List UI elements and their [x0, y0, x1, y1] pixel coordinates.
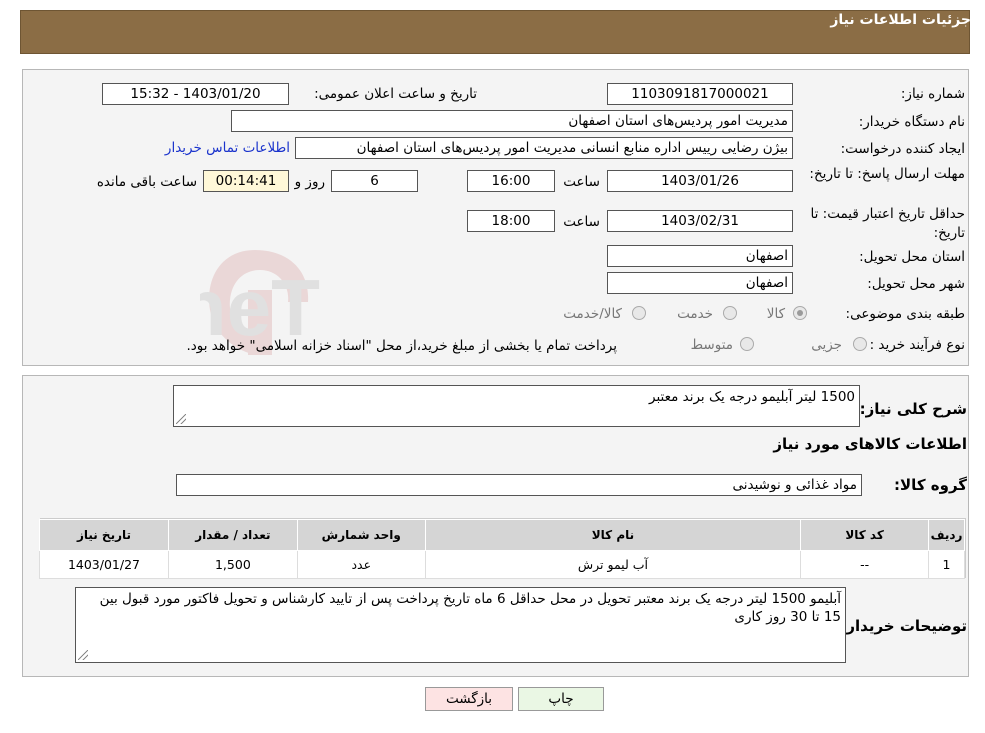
province-field: اصفهان — [607, 245, 793, 267]
table-header-row: ردیف کد کالا نام کالا واحد شمارش تعداد /… — [39, 519, 965, 551]
col-header-code: کد کالا — [800, 519, 930, 551]
category-option-goods-service: کالا/خدمت — [563, 306, 622, 322]
category-radio-goods-service[interactable] — [632, 306, 646, 320]
col-header-name: نام کالا — [424, 519, 802, 551]
goods-group-field: مواد غذائی و نوشیدنی — [176, 474, 862, 496]
resize-grip-icon[interactable] — [78, 650, 88, 660]
goods-info-heading: اطلاعات کالاهای مورد نیاز — [773, 435, 967, 453]
need-number-field: 1103091817000021 — [607, 83, 793, 105]
price-validity-label: حداقل تاریخ اعتبار قیمت: تا تاریخ: — [810, 206, 965, 241]
cell-unit: عدد — [296, 550, 426, 579]
category-option-service: خدمت — [677, 306, 713, 322]
price-validity-date-field: 1403/02/31 — [607, 210, 793, 232]
buyer-notes-textarea: آبلیمو 1500 لیتر درجه یک برند معتبر تحوی… — [75, 587, 846, 663]
reply-time-field: 16:00 — [467, 170, 555, 192]
summary-label: شرح کلی نیاز: — [859, 400, 967, 418]
col-header-row-no: ردیف — [928, 519, 965, 551]
creator-field: بیژن رضایی رییس اداره منابع انسانی مدیری… — [295, 137, 793, 159]
page-title: جزئیات اطلاعات نیاز — [830, 12, 971, 28]
announce-datetime-field: 1403/01/20 - 15:32 — [102, 83, 289, 105]
process-radio-minor[interactable] — [853, 337, 867, 351]
table-row: 1 -- آب لیمو ترش عدد 1,500 1403/01/27 — [39, 550, 965, 579]
need-number-label: شماره نیاز: — [900, 86, 965, 102]
category-label: طبقه بندی موضوعی: — [845, 306, 965, 322]
province-label: استان محل تحویل: — [859, 249, 965, 265]
back-button[interactable]: بازگشت — [425, 687, 513, 711]
days-word: روز و — [294, 174, 325, 190]
page-header — [20, 10, 970, 54]
reply-date-field: 1403/01/26 — [607, 170, 793, 192]
days-remaining-field: 6 — [331, 170, 418, 192]
creator-label: ایجاد کننده درخواست: — [840, 141, 965, 157]
cell-code: -- — [800, 550, 930, 579]
category-option-goods: کالا — [766, 306, 785, 322]
items-table-container: ردیف کد کالا نام کالا واحد شمارش تعداد /… — [39, 518, 966, 579]
summary-textarea: 1500 لیتر آبلیمو درجه یک برند معتبر — [173, 385, 860, 427]
price-validity-time-field: 18:00 — [467, 210, 555, 232]
category-radio-service[interactable] — [723, 306, 737, 320]
resize-grip-icon[interactable] — [176, 414, 186, 424]
process-option-minor: جزیی — [811, 337, 842, 353]
buyer-org-label: نام دستگاه خریدار: — [858, 114, 965, 130]
reply-time-word: ساعت — [563, 174, 600, 190]
buyer-contact-link[interactable]: اطلاعات تماس خریدار — [165, 140, 290, 156]
buyer-org-field: مدیریت امور پردیس‌های استان اصفهان — [231, 110, 793, 132]
category-radio-goods[interactable] — [793, 306, 807, 320]
cell-need-date: 1403/01/27 — [39, 550, 169, 579]
items-table: ردیف کد کالا نام کالا واحد شمارش تعداد /… — [39, 519, 965, 579]
print-button[interactable]: چاپ — [518, 687, 604, 711]
summary-text: 1500 لیتر آبلیمو درجه یک برند معتبر — [649, 389, 855, 405]
buyer-notes-text: آبلیمو 1500 لیتر درجه یک برند معتبر تحوی… — [99, 591, 841, 625]
reply-deadline-label: مهلت ارسال پاسخ: تا تاریخ: — [809, 166, 965, 182]
cell-row-no: 1 — [928, 550, 965, 579]
price-time-word: ساعت — [563, 214, 600, 230]
remaining-word: ساعت باقی مانده — [96, 174, 197, 190]
process-option-medium: متوسط — [690, 337, 733, 353]
process-radio-medium[interactable] — [740, 337, 754, 351]
city-label: شهر محل تحویل: — [867, 276, 965, 292]
city-field: اصفهان — [607, 272, 793, 294]
process-label: نوع فرآیند خرید : — [869, 337, 965, 353]
goods-group-label: گروه کالا: — [894, 476, 967, 494]
buyer-notes-label: توضیحات خریدار: — [840, 617, 967, 635]
cell-name: آب لیمو ترش — [424, 550, 802, 579]
col-header-quantity: تعداد / مقدار — [167, 519, 298, 551]
announce-label: تاریخ و ساعت اعلان عمومی: — [314, 86, 477, 102]
process-note: پرداخت تمام یا بخشی از مبلغ خرید،از محل … — [186, 338, 617, 354]
cell-quantity: 1,500 — [167, 550, 298, 579]
col-header-unit: واحد شمارش — [296, 519, 426, 551]
col-header-need-date: تاریخ نیاز — [39, 519, 169, 551]
remaining-time-field: 00:14:41 — [203, 170, 289, 192]
